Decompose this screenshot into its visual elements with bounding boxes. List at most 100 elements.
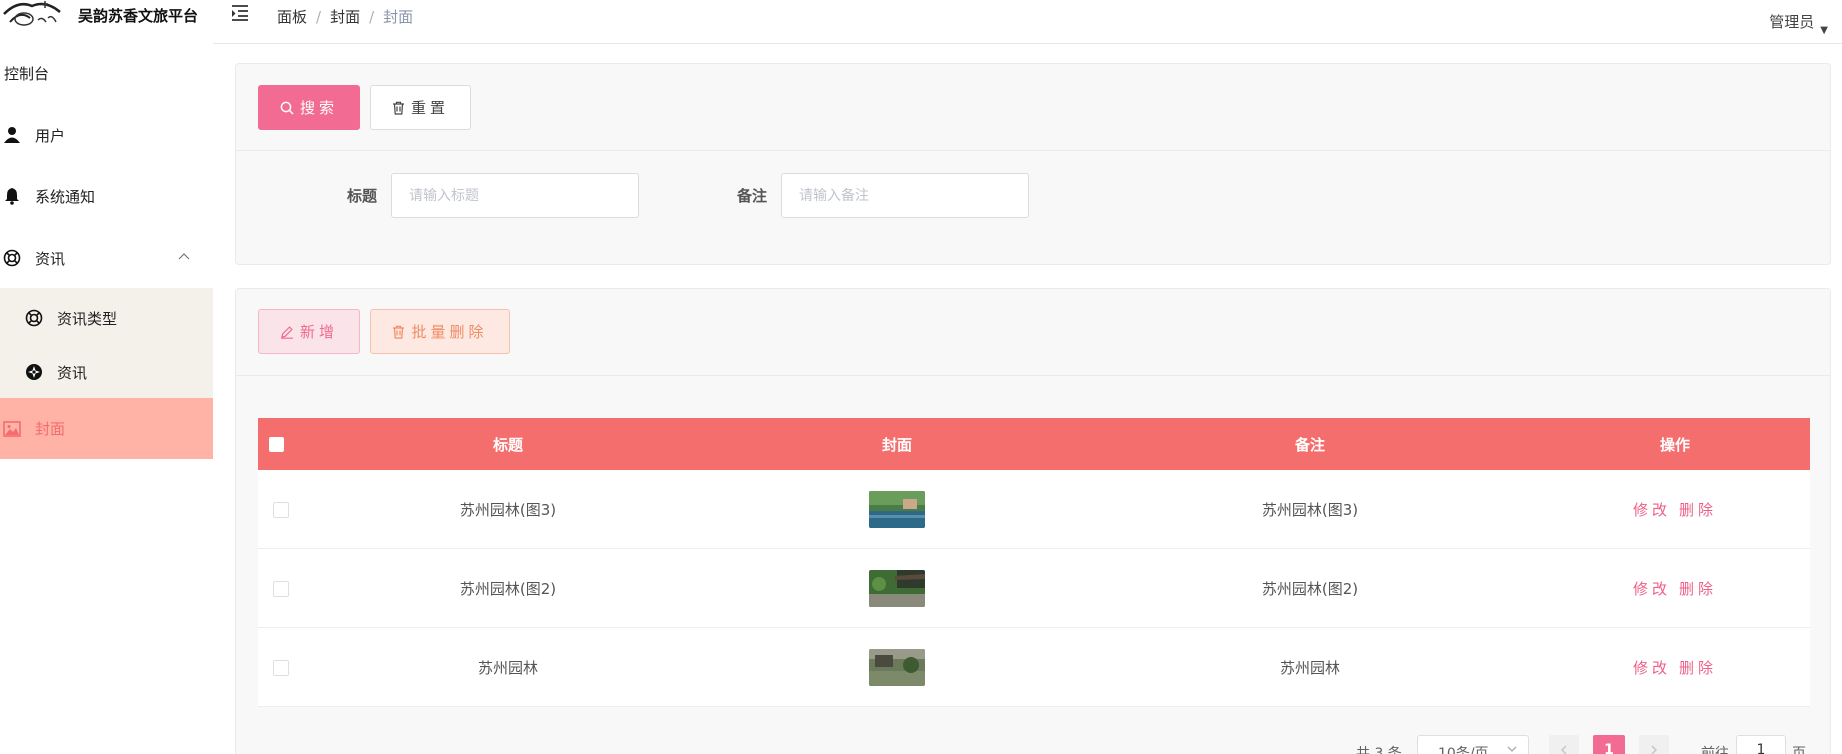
search-panel: 搜索 重置 标题 备注 <box>235 63 1831 265</box>
user-menu[interactable]: 管理员 ▼ <box>1769 11 1828 36</box>
table-panel: 新增 批量删除 标题 封面 备注 操作 苏州园林(图3) 苏州园林(图3) 修改… <box>235 288 1831 754</box>
delete-link[interactable]: 删除 <box>1679 657 1717 678</box>
cover-thumbnail[interactable] <box>869 490 925 528</box>
next-page-button[interactable] <box>1639 735 1669 754</box>
search-icon <box>280 101 294 115</box>
delete-link[interactable]: 删除 <box>1679 499 1717 520</box>
sidebar-item-news-types[interactable]: 资讯类型 <box>0 292 213 344</box>
menu-fold-icon[interactable] <box>231 4 251 22</box>
sidebar-item-news[interactable]: 资讯 <box>0 232 213 284</box>
sidebar-item-notifications[interactable]: 系统通知 <box>0 170 213 222</box>
row-checkbox[interactable] <box>273 502 289 518</box>
compass-icon <box>25 363 43 381</box>
page-number-current[interactable]: 1 <box>1593 735 1625 754</box>
add-button-label: 新增 <box>299 323 338 341</box>
sidebar-item-label: 封面 <box>35 420 66 438</box>
table-row: 苏州园林(图3) 苏州园林(图3) 修改 删除 <box>258 470 1810 549</box>
delete-link[interactable]: 删除 <box>1679 578 1717 599</box>
cell-cover <box>714 470 1080 548</box>
brand: 吴韵苏香文旅平台 <box>0 0 213 30</box>
search-button-label: 搜索 <box>299 99 338 117</box>
page-size-value: 10条/页 <box>1438 746 1489 754</box>
pagination-total: 共 3 条 <box>1356 746 1402 754</box>
brand-logo <box>3 1 61 26</box>
cell-remark: 苏州园林(图3) <box>1261 500 1359 519</box>
reset-button-label: 重置 <box>410 99 449 117</box>
add-button[interactable]: 新增 <box>258 309 360 354</box>
sidebar-item-users[interactable]: 用户 <box>0 109 213 161</box>
cell-remark: 苏州园林(图2) <box>1261 579 1359 598</box>
breadcrumb: 面板 / 封面 / 封面 <box>277 8 414 26</box>
lifebuoy-icon <box>25 309 43 327</box>
sidebar-item-label: 系统通知 <box>35 187 96 206</box>
column-header-remark[interactable]: 备注 <box>1080 418 1540 470</box>
cell-actions: 修改 删除 <box>1540 628 1810 706</box>
cell-title: 苏州园林(图3) <box>459 500 557 519</box>
sidebar-item-dashboard[interactable]: 控制台 <box>0 47 213 99</box>
remark-search-input[interactable] <box>781 173 1029 218</box>
sidebar-item-label: 资讯 <box>35 249 66 268</box>
reset-button[interactable]: 重置 <box>370 85 471 130</box>
sidebar-item-news-list[interactable]: 资讯 <box>0 346 213 398</box>
chevron-right-icon <box>1651 745 1657 754</box>
title-search-input[interactable] <box>391 173 639 218</box>
top-header: 面板 / 封面 / 封面 管理员 ▼ <box>213 0 1842 44</box>
picture-icon <box>3 420 21 438</box>
edit-link[interactable]: 修改 <box>1633 499 1671 520</box>
table-row: 苏州园林 苏州园林 修改 删除 <box>258 628 1810 707</box>
cover-thumbnail[interactable] <box>869 569 925 607</box>
search-button[interactable]: 搜索 <box>258 85 360 130</box>
chevron-left-icon <box>1561 745 1567 754</box>
prev-page-button[interactable] <box>1549 735 1579 754</box>
trash-icon <box>393 325 405 339</box>
sidebar-item-cover[interactable]: 封面 <box>0 398 213 459</box>
row-checkbox[interactable] <box>273 660 289 676</box>
sidebar: 吴韵苏香文旅平台 控制台 用户 系统通知 资讯 资讯类型 资讯 封面 <box>0 0 213 754</box>
sidebar-item-label: 控制台 <box>4 64 50 83</box>
batch-delete-label: 批量删除 <box>411 323 488 341</box>
select-all-checkbox[interactable] <box>269 437 284 452</box>
trash-icon <box>392 101 404 115</box>
bell-icon <box>3 187 21 205</box>
row-checkbox[interactable] <box>273 581 289 597</box>
edit-icon <box>280 325 293 339</box>
page-size-select[interactable]: 10条/页 <box>1417 735 1529 754</box>
column-header-actions: 操作 <box>1659 435 1690 454</box>
cell-title: 苏州园林 <box>477 658 538 677</box>
sidebar-item-label: 资讯 <box>57 363 88 382</box>
breadcrumb-item[interactable]: 面板 <box>277 8 307 26</box>
cell-cover <box>714 628 1080 706</box>
brand-name: 吴韵苏香文旅平台 <box>78 7 199 25</box>
column-header-cover[interactable]: 封面 <box>714 418 1080 470</box>
sidebar-item-label: 资讯类型 <box>57 309 118 328</box>
cell-title: 苏州园林(图2) <box>459 579 557 598</box>
pagination: 共 3 条 10条/页 1 前往 页 <box>236 735 1830 754</box>
column-header-title[interactable]: 标题 <box>302 418 714 470</box>
edit-link[interactable]: 修改 <box>1633 657 1671 678</box>
remark-field-label: 备注 <box>737 187 768 205</box>
cover-table: 标题 封面 备注 操作 苏州园林(图3) 苏州园林(图3) 修改 删除 苏州园林… <box>258 418 1810 707</box>
cell-remark: 苏州园林 <box>1279 658 1340 677</box>
caret-down-icon: ▼ <box>1820 25 1828 36</box>
table-row: 苏州园林(图2) 苏州园林(图2) 修改 删除 <box>258 549 1810 628</box>
chevron-down-icon <box>1507 746 1517 752</box>
lifebuoy-icon <box>3 249 21 267</box>
page-suffix: 页 <box>1792 746 1806 754</box>
edit-link[interactable]: 修改 <box>1633 578 1671 599</box>
title-field-label: 标题 <box>347 187 378 205</box>
chevron-up-icon <box>178 253 190 260</box>
breadcrumb-current: 封面 <box>383 8 414 26</box>
batch-delete-button[interactable]: 批量删除 <box>370 309 510 354</box>
cell-actions: 修改 删除 <box>1540 549 1810 627</box>
cover-thumbnail[interactable] <box>869 648 925 686</box>
goto-page-input[interactable] <box>1736 735 1786 754</box>
sidebar-item-label: 用户 <box>35 126 66 145</box>
table-header: 标题 封面 备注 操作 <box>258 418 1810 470</box>
breadcrumb-item[interactable]: 封面 <box>330 8 360 26</box>
cell-cover <box>714 549 1080 627</box>
username: 管理员 <box>1769 13 1815 31</box>
panel-divider <box>236 150 1830 151</box>
goto-label: 前往 <box>1701 746 1729 754</box>
news-submenu: 资讯类型 资讯 <box>0 288 213 398</box>
user-icon <box>3 126 21 144</box>
